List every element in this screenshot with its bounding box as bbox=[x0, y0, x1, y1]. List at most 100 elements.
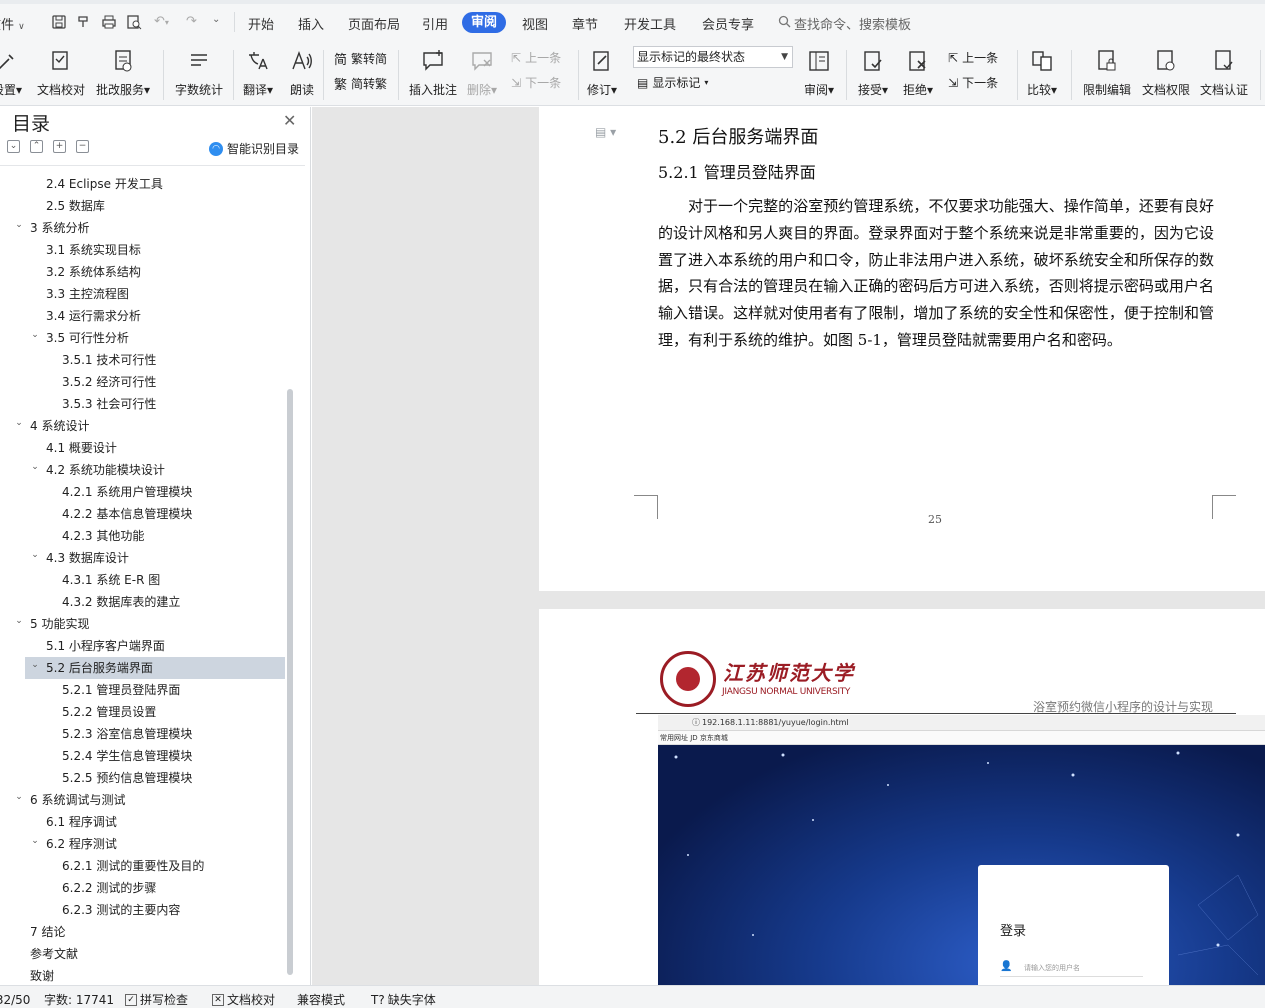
chevron-down-icon[interactable]: ⌄ bbox=[12, 610, 26, 632]
close-icon[interactable]: ✕ bbox=[283, 111, 296, 130]
toc-item[interactable]: 7 结论 bbox=[0, 921, 285, 943]
toc-item[interactable]: 4.3.1 系统 E-R 图 bbox=[0, 569, 285, 591]
doc-permission-button[interactable]: 文档权限 bbox=[1142, 46, 1190, 98]
tab-home[interactable]: 开始 bbox=[248, 14, 274, 33]
tab-developer[interactable]: 开发工具 bbox=[624, 14, 676, 33]
toc-item[interactable]: 3.3 主控流程图 bbox=[0, 283, 285, 305]
chevron-down-icon[interactable]: ⌄ bbox=[28, 544, 42, 566]
restrict-edit-button[interactable]: 限制编辑 bbox=[1083, 46, 1131, 98]
tab-references[interactable]: 引用 bbox=[422, 14, 448, 33]
simp-to-trad-button[interactable]: 繁简转繁 bbox=[334, 74, 387, 93]
chevron-down-icon[interactable]: ⌄ bbox=[12, 786, 26, 808]
remove-level-icon[interactable]: − bbox=[76, 140, 89, 153]
chevron-down-icon[interactable]: ⌄ bbox=[12, 412, 26, 434]
batch-service-button[interactable]: 批改服务▾ bbox=[96, 46, 150, 98]
toc-item[interactable]: ⌄ 4.2 系统功能模块设计 bbox=[0, 459, 285, 481]
expand-all-icon[interactable]: ⌄ bbox=[7, 140, 20, 153]
word-count-button[interactable]: 字数统计 bbox=[175, 46, 223, 98]
reject-button[interactable]: 拒绝▾ bbox=[903, 46, 933, 98]
redo-icon[interactable]: ↷ bbox=[186, 14, 202, 30]
delete-comment-button[interactable]: 删除▾ bbox=[467, 46, 497, 98]
toc-item[interactable]: 参考文献 bbox=[0, 943, 285, 965]
toc-item[interactable]: 5.2.4 学生信息管理模块 bbox=[0, 745, 285, 767]
toc-item[interactable]: 3.5.2 经济可行性 bbox=[0, 371, 285, 393]
toc-item[interactable]: 6.2.1 测试的重要性及目的 bbox=[0, 855, 285, 877]
toc-item[interactable]: 4.1 概要设计 bbox=[0, 437, 285, 459]
read-aloud-button[interactable]: 朗读 bbox=[289, 46, 315, 98]
translate-button[interactable]: 翻译▾ bbox=[243, 46, 273, 98]
trad-to-simp-button[interactable]: 简繁转简 bbox=[334, 49, 387, 68]
print-preview-icon[interactable] bbox=[126, 14, 142, 30]
tab-section[interactable]: 章节 bbox=[572, 14, 598, 33]
page-indicator[interactable]: 页面: 32/50 bbox=[0, 991, 30, 1008]
smart-toc-button[interactable]: ◠ 智能识别目录 bbox=[209, 140, 299, 157]
print-icon[interactable] bbox=[101, 14, 117, 30]
toc-item[interactable]: ⌄ 3 系统分析 bbox=[0, 217, 285, 239]
customize-toolbar-icon[interactable]: ⌄ bbox=[212, 14, 228, 30]
tab-review[interactable]: 审阅 bbox=[462, 12, 507, 33]
toc-item[interactable]: 5.2.3 浴室信息管理模块 bbox=[0, 723, 285, 745]
toc-item[interactable]: 2.4 Eclipse 开发工具 bbox=[0, 173, 285, 195]
word-count-status[interactable]: 字数: 17741 bbox=[44, 991, 114, 1008]
toc-item[interactable]: 4.2.1 系统用户管理模块 bbox=[0, 481, 285, 503]
settings-button[interactable]: 设置▾ bbox=[0, 46, 22, 98]
undo-icon[interactable]: ↶▾ bbox=[154, 14, 170, 30]
proofread-button[interactable]: 文档校对 bbox=[37, 46, 85, 98]
toc-item[interactable]: 6.2.2 测试的步骤 bbox=[0, 877, 285, 899]
document-area[interactable]: ▤ ▾ 5.2 后台服务端界面 5.2.1 管理员登陆界面 对于一个完整的浴室预… bbox=[312, 107, 1265, 985]
tab-member[interactable]: 会员专享 bbox=[702, 14, 754, 33]
spell-check-toggle[interactable]: ✓ 拼写检查 bbox=[125, 991, 188, 1008]
toc-item[interactable]: ⌄ 6 系统调试与测试 bbox=[0, 789, 285, 811]
toc-item[interactable]: 3.1 系统实现目标 bbox=[0, 239, 285, 261]
add-level-icon[interactable]: + bbox=[53, 140, 66, 153]
toc-item[interactable]: ⌄ 5.2 后台服务端界面 bbox=[25, 657, 285, 679]
compat-mode-status[interactable]: 兼容模式 bbox=[297, 991, 345, 1008]
toc-item[interactable]: 4.2.2 基本信息管理模块 bbox=[0, 503, 285, 525]
doc-proof-status[interactable]: ✕ 文档校对 bbox=[212, 991, 275, 1008]
file-menu[interactable]: 文件 ∨ bbox=[0, 14, 25, 33]
markup-mode-select[interactable]: 显示标记的最终状态 ▼ bbox=[633, 46, 793, 68]
toc-item[interactable]: ⌄ 6.2 程序测试 bbox=[0, 833, 285, 855]
chevron-down-icon[interactable]: ⌄ bbox=[28, 654, 42, 676]
toc-scrollbar[interactable] bbox=[287, 389, 293, 975]
toc-item[interactable]: 6.1 程序调试 bbox=[0, 811, 285, 833]
compare-button[interactable]: 比较▾ bbox=[1027, 46, 1057, 98]
command-search[interactable]: 查找命令、搜索模板 bbox=[778, 14, 911, 33]
accept-button[interactable]: 接受▾ bbox=[858, 46, 888, 98]
tab-insert[interactable]: 插入 bbox=[298, 14, 324, 33]
document-icon[interactable]: ▤ ▾ bbox=[595, 125, 616, 139]
next-change-button[interactable]: ⇲ 下一条 bbox=[948, 74, 998, 91]
toc-item[interactable]: ⌄ 4.3 数据库设计 bbox=[0, 547, 285, 569]
track-changes-button[interactable]: 修订▾ bbox=[587, 46, 617, 98]
toc-item[interactable]: 3.5.1 技术可行性 bbox=[0, 349, 285, 371]
prev-change-button[interactable]: ⇱ 上一条 bbox=[948, 49, 998, 66]
chevron-down-icon[interactable]: ⌄ bbox=[28, 324, 42, 346]
toc-item[interactable]: 3.2 系统体系结构 bbox=[0, 261, 285, 283]
toc-item[interactable]: 5.1 小程序客户端界面 bbox=[0, 635, 285, 657]
missing-font-status[interactable]: T? 缺失字体 bbox=[371, 991, 436, 1008]
next-comment-button[interactable]: ⇲ 下一条 bbox=[511, 74, 561, 91]
toc-item[interactable]: 5.2.5 预约信息管理模块 bbox=[0, 767, 285, 789]
toc-item[interactable]: 3.4 运行需求分析 bbox=[0, 305, 285, 327]
toc-item[interactable]: 4.3.2 数据库表的建立 bbox=[0, 591, 285, 613]
format-painter-icon[interactable] bbox=[76, 14, 92, 30]
toc-item[interactable]: 2.5 数据库 bbox=[0, 195, 285, 217]
tab-page-layout[interactable]: 页面布局 bbox=[348, 14, 400, 33]
toc-item[interactable]: ⌄ 4 系统设计 bbox=[0, 415, 285, 437]
toc-item[interactable]: ⌄ 5 功能实现 bbox=[0, 613, 285, 635]
document-page[interactable]: 江苏师范大学 JIANGSU NORMAL UNIVERSITY 浴室预约微信小… bbox=[539, 609, 1265, 985]
toc-item[interactable]: 5.2.2 管理员设置 bbox=[0, 701, 285, 723]
chevron-down-icon[interactable]: ⌄ bbox=[28, 456, 42, 478]
tab-view[interactable]: 视图 bbox=[522, 14, 548, 33]
show-markup-button[interactable]: ▤ 显示标记 ▾ bbox=[637, 74, 708, 91]
insert-comment-button[interactable]: 插入批注 bbox=[409, 46, 457, 98]
toc-item[interactable]: 4.2.3 其他功能 bbox=[0, 525, 285, 547]
toc-item[interactable]: ⌄ 3.5 可行性分析 bbox=[0, 327, 285, 349]
prev-comment-button[interactable]: ⇱ 上一条 bbox=[511, 49, 561, 66]
toc-item[interactable]: 5.2.1 管理员登陆界面 bbox=[0, 679, 285, 701]
toc-item[interactable]: 致谢 bbox=[0, 965, 285, 987]
toc-item[interactable]: 6.2.3 测试的主要内容 bbox=[0, 899, 285, 921]
document-page[interactable]: ▤ ▾ 5.2 后台服务端界面 5.2.1 管理员登陆界面 对于一个完整的浴室预… bbox=[539, 107, 1265, 591]
chevron-down-icon[interactable]: ⌄ bbox=[12, 214, 26, 236]
collapse-all-icon[interactable]: ⌃ bbox=[30, 140, 43, 153]
